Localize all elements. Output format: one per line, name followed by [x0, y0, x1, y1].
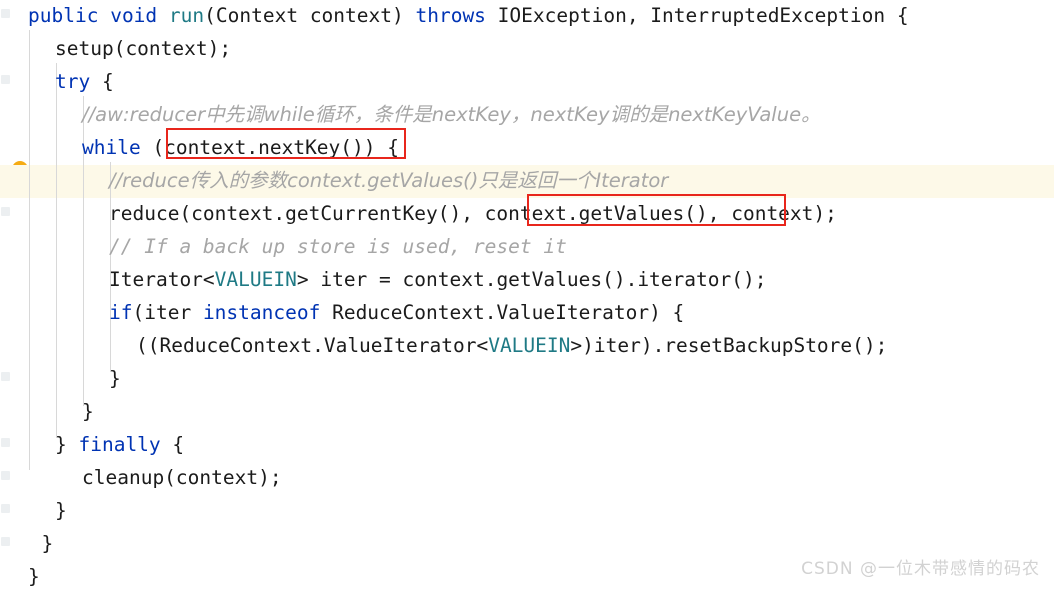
code-token: { [160, 433, 185, 456]
code-token: instanceof [202, 301, 321, 324]
code-token: //aw:reducer中先调while循环，条件是nextKey，nextKe… [82, 103, 821, 126]
code-token: run [168, 4, 205, 27]
code-line[interactable]: // If a back up store is used, reset it [0, 230, 1054, 263]
code-line[interactable]: public void run(Context context) throws … [0, 0, 1054, 32]
code-line[interactable]: ((ReduceContext.ValueIterator<VALUEIN>)i… [0, 329, 1054, 362]
code-token: setup(context); [55, 37, 232, 60]
code-token: throws [415, 4, 486, 27]
code-line[interactable]: Iterator<VALUEIN> iter = context.getValu… [0, 263, 1054, 296]
code-token: (Context context) [204, 4, 416, 27]
code-line[interactable]: } [0, 395, 1054, 428]
watermark: CSDN @一位木带感情的码农 [801, 559, 1040, 579]
code-token: ((ReduceContext.ValueIterator< [136, 334, 489, 357]
code-token: } [55, 433, 79, 456]
code-token: } [41, 532, 54, 555]
code-line[interactable]: cleanup(context); [0, 461, 1054, 494]
code-token: // If a back up store is used, reset it [109, 235, 567, 258]
code-editor[interactable]: public void run(Context context) throws … [0, 0, 1054, 588]
code-token: IOException, InterruptedException { [485, 4, 909, 27]
code-token: VALUEIN [214, 268, 297, 291]
code-token: //reduce传入的参数context.getValues()只是返回一个It… [109, 169, 669, 192]
code-line[interactable]: } [0, 362, 1054, 395]
code-line[interactable]: setup(context); [0, 32, 1054, 65]
code-line[interactable]: } finally { [0, 428, 1054, 461]
code-token: } [55, 499, 67, 522]
code-token: > iter = context.getValues().iterator(); [296, 268, 767, 291]
code-line[interactable]: //reduce传入的参数context.getValues()只是返回一个It… [0, 164, 1054, 197]
code-token: >)iter).resetBackupStore(); [570, 334, 888, 357]
code-token: } [28, 565, 40, 588]
code-token: if [109, 301, 133, 324]
code-token: cleanup(context); [82, 466, 282, 489]
code-line[interactable]: while (context.nextKey()) { [0, 131, 1054, 164]
code-token: while [82, 136, 141, 159]
code-line[interactable]: reduce(context.getCurrentKey(), context.… [0, 197, 1054, 230]
code-token: } [82, 400, 94, 423]
code-token: void [110, 4, 158, 27]
code-token: (iter [132, 301, 203, 324]
code-token: Iterator< [109, 268, 215, 291]
code-text[interactable]: public void run(Context context) throws … [0, 0, 1054, 588]
code-token: (context.nextKey()) { [140, 136, 399, 159]
code-line[interactable]: if(iter instanceof ReduceContext.ValueIt… [0, 296, 1054, 329]
code-token: VALUEIN [488, 334, 571, 357]
code-token: { [90, 70, 114, 93]
code-line[interactable]: //aw:reducer中先调while循环，条件是nextKey，nextKe… [0, 98, 1054, 131]
code-token: reduce(context.getCurrentKey(), context.… [109, 202, 837, 225]
code-token: public [28, 4, 99, 27]
code-line[interactable]: try { [0, 65, 1054, 98]
code-token: ReduceContext.ValueIterator) { [320, 301, 685, 324]
code-line[interactable]: } [0, 494, 1054, 527]
code-token: try [55, 70, 91, 93]
code-token: } [109, 367, 121, 390]
code-token: finally [78, 433, 161, 456]
